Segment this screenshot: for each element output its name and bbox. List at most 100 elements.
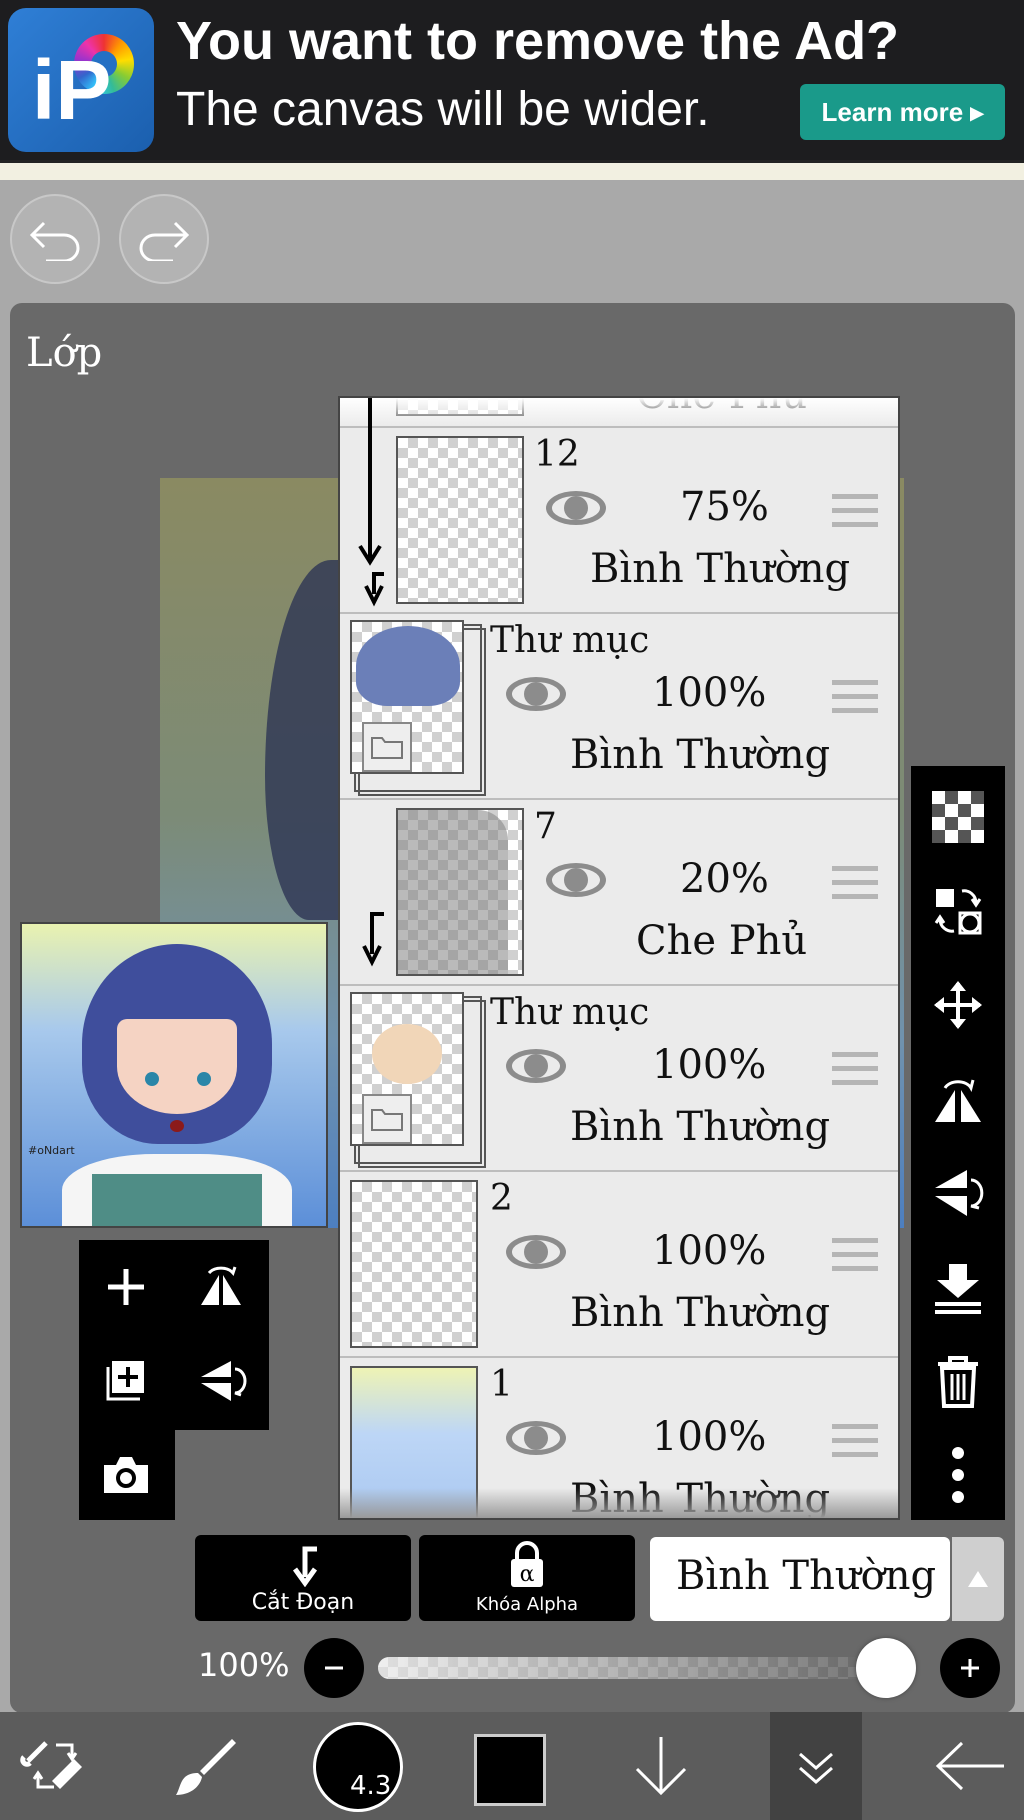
add-layer-button[interactable] <box>79 1240 173 1334</box>
layer-blend-mode: Bình Thường <box>590 546 851 592</box>
ad-subtitle: The canvas will be wider. <box>176 83 710 136</box>
ad-banner[interactable]: iP You want to remove the Ad? The canvas… <box>0 0 1024 160</box>
visibility-eye-icon[interactable] <box>504 1232 568 1272</box>
layer-name: 7 <box>534 806 557 847</box>
drag-handle[interactable] <box>832 680 878 718</box>
layer-down-button[interactable] <box>606 1712 716 1820</box>
trash-icon <box>938 1356 978 1408</box>
alpha-lock-button[interactable]: α Khóa Alpha <box>419 1535 635 1621</box>
visibility-eye-icon[interactable] <box>544 860 608 900</box>
undo-button[interactable] <box>10 194 100 284</box>
layer-blend-mode: Che Phủ <box>636 918 808 964</box>
layer-blend-mode: Bình Thường <box>570 1104 831 1150</box>
scroll-fade-top <box>340 398 898 426</box>
opacity-slider[interactable] <box>378 1657 908 1679</box>
layer-thumbnail <box>396 436 524 604</box>
visibility-eye-icon[interactable] <box>504 1046 568 1086</box>
layer-list[interactable]: Che Phủ 12 75% Bình Thường Thư mục 100% … <box>338 396 900 1520</box>
blend-mode-dropdown-button[interactable] <box>952 1537 1004 1621</box>
minus-icon <box>325 1666 343 1670</box>
clipping-label: Cắt Đoạn <box>251 1590 355 1615</box>
drag-handle[interactable] <box>832 1052 878 1090</box>
clipping-arrow-icon <box>292 1546 318 1587</box>
plus-icon <box>108 1269 144 1305</box>
move-icon <box>934 981 982 1029</box>
color-swatch-button[interactable] <box>474 1734 546 1806</box>
layer-blend-mode: Bình Thường <box>570 732 831 778</box>
flip-vertical-button[interactable] <box>174 1334 268 1428</box>
arrow-down-icon <box>635 1737 687 1796</box>
drag-handle[interactable] <box>832 494 878 532</box>
learn-more-button[interactable]: Learn more ▸ <box>800 84 1005 140</box>
camera-icon <box>104 1457 148 1493</box>
drag-handle[interactable] <box>832 1238 878 1276</box>
ad-divider <box>0 160 1024 180</box>
brush-size-button[interactable]: 4.3 <box>313 1722 403 1812</box>
duplicate-layer-button[interactable] <box>79 1334 173 1428</box>
flip-layer-vertical-button[interactable] <box>911 1146 1005 1240</box>
layer-row[interactable]: Thư mục 100% Bình Thường <box>340 986 898 1172</box>
visibility-eye-icon[interactable] <box>544 488 608 528</box>
blend-mode-select[interactable]: Bình Thường <box>650 1537 1004 1621</box>
visibility-eye-icon[interactable] <box>504 674 568 714</box>
redo-icon <box>139 221 190 261</box>
layer-opacity: 100% <box>652 1228 767 1274</box>
layer-opacity: 75% <box>680 484 769 530</box>
layer-name: Thư mục <box>490 620 650 661</box>
lock-icon: α <box>511 1541 543 1587</box>
opacity-decrease-button[interactable] <box>304 1638 364 1698</box>
visibility-eye-icon[interactable] <box>504 1418 568 1458</box>
plus-icon <box>961 1659 979 1677</box>
panel-title: Lớp <box>26 330 103 376</box>
slider-track-pattern <box>378 1657 908 1679</box>
ibis-paint-logo: iP <box>8 8 154 152</box>
tool-selection-button[interactable] <box>0 1712 110 1820</box>
layer-row[interactable]: 7 20% Che Phủ <box>340 800 898 986</box>
flip-vertical-icon <box>201 1361 247 1401</box>
opacity-increase-button[interactable] <box>940 1638 1000 1698</box>
move-button[interactable] <box>911 958 1005 1052</box>
folder-icon <box>362 1094 412 1144</box>
flip-layer-horizontal-button[interactable] <box>911 1052 1005 1146</box>
layer-opacity: 100% <box>652 670 767 716</box>
swap-layer-button[interactable] <box>911 864 1005 958</box>
swap-layer-icon <box>934 889 982 935</box>
brush-size-value: 4.3 <box>350 1771 392 1801</box>
layer-name: 2 <box>490 1178 513 1219</box>
redo-button[interactable] <box>119 194 209 284</box>
merge-down-button[interactable] <box>911 1240 1005 1334</box>
brush-tool-button[interactable] <box>150 1712 260 1820</box>
arrow-left-icon <box>935 1741 1004 1791</box>
layer-panel-toggle-button[interactable] <box>770 1712 862 1820</box>
back-button[interactable] <box>916 1712 1024 1820</box>
layer-opacity: 20% <box>680 856 769 902</box>
flip-horizontal-button[interactable] <box>174 1240 268 1334</box>
layer-opacity: 100% <box>652 1042 767 1088</box>
layer-name: 1 <box>490 1364 513 1405</box>
artwork-thumbnail[interactable]: #oNdart <box>20 922 328 1228</box>
brush-icon <box>176 1739 236 1795</box>
ad-title: You want to remove the Ad? <box>176 11 900 71</box>
transparent-layer-button[interactable] <box>911 770 1005 864</box>
opacity-slider-knob[interactable] <box>856 1638 916 1698</box>
flip-vertical-icon <box>935 1170 984 1216</box>
layer-row[interactable]: 12 75% Bình Thường <box>340 398 898 614</box>
camera-button[interactable] <box>79 1428 173 1522</box>
delete-layer-button[interactable] <box>911 1334 1005 1428</box>
artwork-signature: #oNdart <box>28 1144 75 1157</box>
alpha-lock-label: Khóa Alpha <box>475 1594 579 1615</box>
clipping-arrow-icon <box>362 912 384 967</box>
drag-handle[interactable] <box>832 866 878 904</box>
layer-name: 12 <box>534 434 580 475</box>
layer-row[interactable]: Thư mục 100% Bình Thường <box>340 614 898 800</box>
layer-row[interactable]: 2 100% Bình Thường <box>340 1172 898 1358</box>
drag-handle[interactable] <box>832 1424 878 1462</box>
layer-thumbnail <box>350 992 464 1146</box>
layer-blend-mode: Bình Thường <box>570 1290 831 1336</box>
more-options-button[interactable] <box>911 1428 1005 1522</box>
duplicate-layer-icon <box>106 1361 144 1401</box>
flip-horizontal-icon <box>935 1079 981 1122</box>
layer-thumbnail <box>350 1180 478 1348</box>
layer-thumbnail <box>350 620 464 774</box>
clipping-button[interactable]: Cắt Đoạn <box>195 1535 411 1621</box>
